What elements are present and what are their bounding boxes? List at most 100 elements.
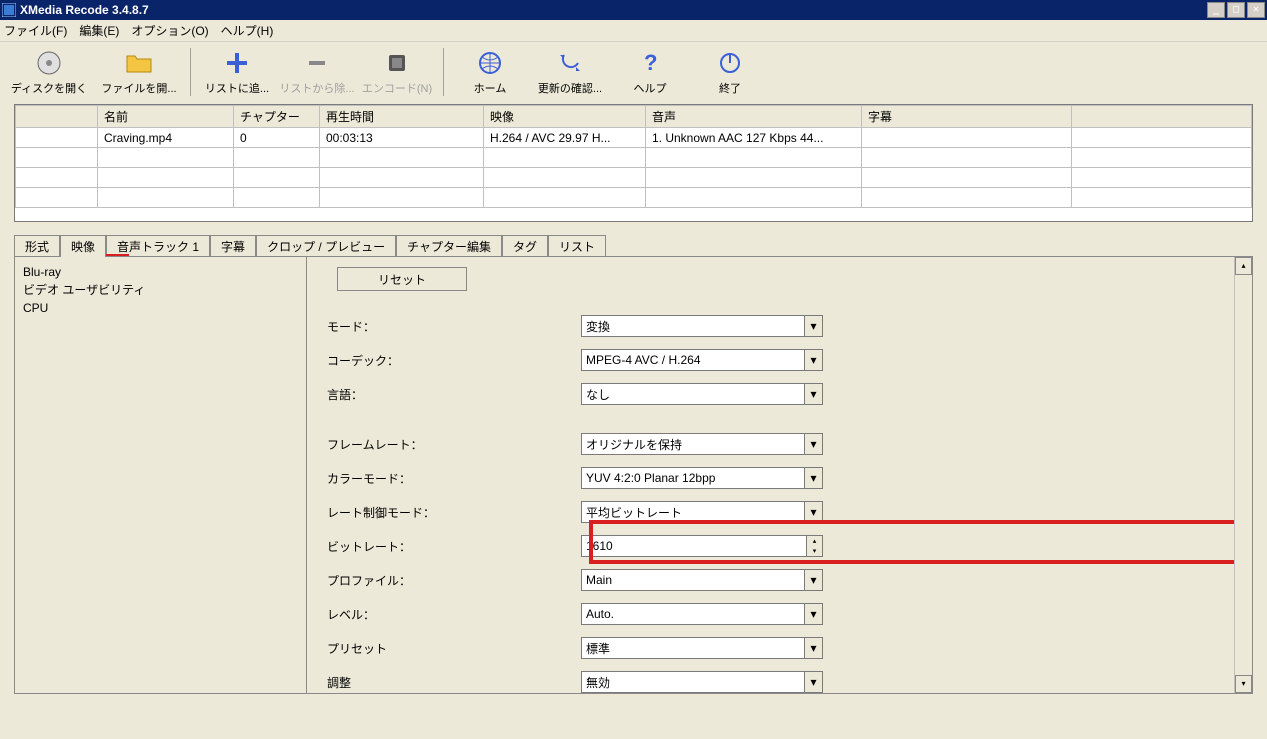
input-bitrate[interactable]: 1610▴▾ xyxy=(581,535,823,557)
row-framerate: フレームレート： オリジナルを保持▾ xyxy=(319,427,1240,461)
menu-edit[interactable]: 編集(E) xyxy=(79,22,119,39)
col-subtitle[interactable]: 字幕 xyxy=(862,106,1072,128)
col-chapter[interactable]: チャプター xyxy=(234,106,320,128)
toolbar-update[interactable]: 更新の確認... xyxy=(530,44,610,96)
tab-crop-preview[interactable]: クロップ / プレビュー xyxy=(256,235,396,257)
toolbar-help[interactable]: ? ヘルプ xyxy=(610,44,690,96)
dropdown-arrow-icon: ▾ xyxy=(804,316,822,336)
reset-button[interactable]: リセット xyxy=(337,267,467,291)
cell-name: Craving.mp4 xyxy=(98,128,234,148)
cell-subtitle xyxy=(862,128,1072,148)
table-row-empty xyxy=(16,188,1252,208)
spin-up-icon[interactable]: ▴ xyxy=(806,536,822,546)
cell-audio: 1. Unknown AAC 127 Kbps 44... xyxy=(646,128,862,148)
select-colormode[interactable]: YUV 4:2:0 Planar 12bpp▾ xyxy=(581,467,823,489)
side-item-usability[interactable]: ビデオ ユーザビリティ xyxy=(23,281,298,299)
label-codec: コーデック： xyxy=(319,352,581,369)
close-button[interactable]: ✕ xyxy=(1247,2,1265,18)
table-row-empty xyxy=(16,148,1252,168)
select-profile[interactable]: Main▾ xyxy=(581,569,823,591)
col-video[interactable]: 映像 xyxy=(484,106,646,128)
toolbar-open-disc[interactable]: ディスクを開く xyxy=(4,44,94,96)
toolbar-open-file[interactable]: ファイルを開... xyxy=(94,44,184,96)
tab-chapter-edit[interactable]: チャプター編集 xyxy=(396,235,502,257)
label-bitrate: ビットレート： xyxy=(319,538,581,555)
label-mode: モード： xyxy=(319,318,581,335)
menu-help[interactable]: ヘルプ(H) xyxy=(221,22,274,39)
side-item-bluray[interactable]: Blu-ray xyxy=(23,263,298,281)
power-icon xyxy=(690,48,770,78)
refresh-icon xyxy=(530,48,610,78)
toolbar-remove-list[interactable]: リストから除... xyxy=(277,44,357,96)
title-bar: XMedia Recode 3.4.8.7 _ □ ✕ xyxy=(0,0,1267,20)
vertical-scrollbar[interactable]: ▴ ▾ xyxy=(1234,257,1252,693)
menu-options[interactable]: オプション(O) xyxy=(131,22,208,39)
cell-video: H.264 / AVC 29.97 H... xyxy=(484,128,646,148)
toolbar: ディスクを開く ファイルを開... リストに追... リストから除... エンコ… xyxy=(0,42,1267,104)
toolbar-separator xyxy=(443,48,444,96)
encode-icon xyxy=(357,48,437,78)
col-audio[interactable]: 音声 xyxy=(646,106,862,128)
label-preset: プリセット xyxy=(319,640,581,657)
toolbar-home[interactable]: ホーム xyxy=(450,44,530,96)
toolbar-encode[interactable]: エンコード(N) xyxy=(357,44,437,96)
select-language[interactable]: なし▾ xyxy=(581,383,823,405)
tab-video[interactable]: 映像 xyxy=(60,235,106,257)
tab-tag[interactable]: タグ xyxy=(502,235,548,257)
label-profile: プロファイル： xyxy=(319,572,581,589)
help-icon: ? xyxy=(610,48,690,78)
tab-strip: 形式 映像 音声トラック 1 字幕 クロップ / プレビュー チャプター編集 タ… xyxy=(14,234,1253,256)
dropdown-arrow-icon: ▾ xyxy=(804,672,822,692)
col-name[interactable]: 名前 xyxy=(98,106,234,128)
row-bitrate: ビットレート： 1610▴▾ xyxy=(319,529,1240,563)
col-duration[interactable]: 再生時間 xyxy=(320,106,484,128)
select-rate-control[interactable]: 平均ビットレート▾ xyxy=(581,501,823,523)
table-row[interactable]: Craving.mp4 0 00:03:13 H.264 / AVC 29.97… xyxy=(16,128,1252,148)
side-category-list[interactable]: Blu-ray ビデオ ユーザビリティ CPU xyxy=(15,257,307,693)
menu-bar: ファイル(F) 編集(E) オプション(O) ヘルプ(H) xyxy=(0,20,1267,42)
tab-list[interactable]: リスト xyxy=(548,235,606,257)
cell-duration: 00:03:13 xyxy=(320,128,484,148)
row-preset: プリセット 標準▾ xyxy=(319,631,1240,665)
dropdown-arrow-icon: ▾ xyxy=(804,350,822,370)
select-level[interactable]: Auto.▾ xyxy=(581,603,823,625)
app-icon xyxy=(2,3,16,17)
spin-down-icon[interactable]: ▾ xyxy=(806,546,822,556)
row-level: レベル： Auto.▾ xyxy=(319,597,1240,631)
select-codec[interactable]: MPEG-4 AVC / H.264▾ xyxy=(581,349,823,371)
tab-subtitle[interactable]: 字幕 xyxy=(210,235,256,257)
label-level: レベル： xyxy=(319,606,581,623)
toolbar-add-list[interactable]: リストに追... xyxy=(197,44,277,96)
dropdown-arrow-icon: ▾ xyxy=(804,468,822,488)
dropdown-arrow-icon: ▾ xyxy=(804,384,822,404)
toolbar-exit[interactable]: 終了 xyxy=(690,44,770,96)
row-profile: プロファイル： Main▾ xyxy=(319,563,1240,597)
select-mode[interactable]: 変換▾ xyxy=(581,315,823,337)
file-list-table[interactable]: 名前 チャプター 再生時間 映像 音声 字幕 Craving.mp4 0 00:… xyxy=(14,104,1253,222)
minus-icon xyxy=(277,48,357,78)
scroll-up-icon[interactable]: ▴ xyxy=(1235,257,1252,275)
scroll-down-icon[interactable]: ▾ xyxy=(1235,675,1252,693)
menu-file[interactable]: ファイル(F) xyxy=(4,22,67,39)
label-framerate: フレームレート： xyxy=(319,436,581,453)
dropdown-arrow-icon: ▾ xyxy=(804,570,822,590)
label-rate-control: レート制御モード： xyxy=(319,504,581,521)
row-mode: モード： 変換▾ xyxy=(319,309,1240,343)
select-tune[interactable]: 無効▾ xyxy=(581,671,823,693)
globe-icon xyxy=(450,48,530,78)
minimize-button[interactable]: _ xyxy=(1207,2,1225,18)
col-blank xyxy=(16,106,98,128)
select-preset[interactable]: 標準▾ xyxy=(581,637,823,659)
plus-icon xyxy=(197,48,277,78)
label-tune: 調整 xyxy=(319,674,581,691)
row-codec: コーデック： MPEG-4 AVC / H.264▾ xyxy=(319,343,1240,377)
table-row-empty xyxy=(16,168,1252,188)
maximize-button[interactable]: □ xyxy=(1227,2,1245,18)
toolbar-separator xyxy=(190,48,191,96)
tab-format[interactable]: 形式 xyxy=(14,235,60,257)
select-framerate[interactable]: オリジナルを保持▾ xyxy=(581,433,823,455)
disc-icon xyxy=(4,48,94,78)
row-ratectl: レート制御モード： 平均ビットレート▾ xyxy=(319,495,1240,529)
side-item-cpu[interactable]: CPU xyxy=(23,299,298,317)
tab-audio-track-1[interactable]: 音声トラック 1 xyxy=(106,235,210,257)
